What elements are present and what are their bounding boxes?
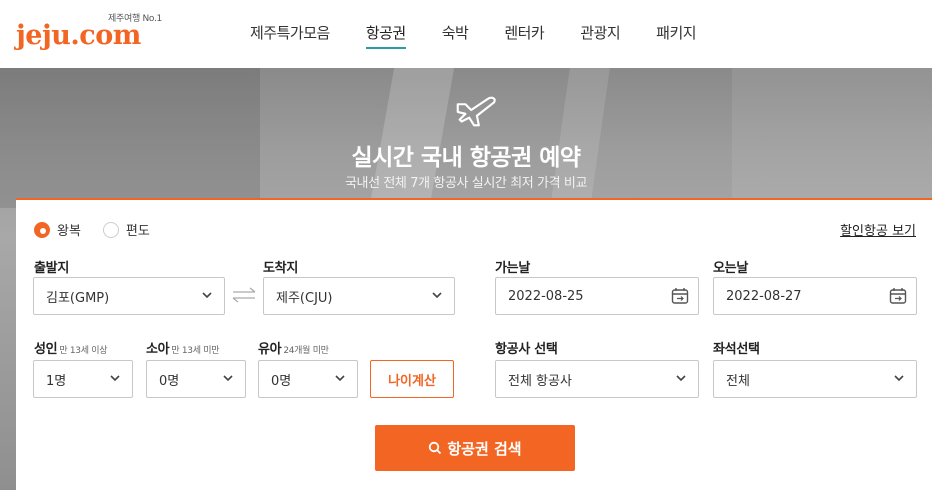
nav-item-flights[interactable]: 항공권 <box>365 22 406 49</box>
airline-select[interactable]: 전체 항공사 <box>495 360 699 398</box>
return-date-input[interactable]: 2022-08-27 <box>713 277 917 315</box>
logo-wordmark-dot: . <box>70 20 80 51</box>
seat-class-value: 전체 <box>726 373 750 389</box>
depart-date-value: 2022-08-25 <box>508 288 584 304</box>
radio-unchecked-icon <box>102 221 119 238</box>
departure-select[interactable]: 김포(GMP) <box>33 277 225 315</box>
adult-count-select[interactable]: 1명 <box>33 360 133 398</box>
chevron-down-icon <box>223 375 233 382</box>
arrival-value: 제주(CJU) <box>276 290 333 306</box>
adult-count-value: 1명 <box>46 373 67 389</box>
chevron-down-icon <box>202 292 212 299</box>
nav-item-rental-car[interactable]: 렌터카 <box>504 22 544 49</box>
one-way-radio[interactable]: 편도 <box>102 220 150 239</box>
seat-class-select[interactable]: 전체 <box>713 360 917 398</box>
airline-label: 항공사 선택 <box>495 342 558 357</box>
one-way-label: 편도 <box>125 224 150 239</box>
swap-route-icon[interactable] <box>230 287 258 303</box>
return-date-value: 2022-08-27 <box>726 288 802 304</box>
airline-value: 전체 항공사 <box>508 373 572 389</box>
discount-flights-link[interactable]: 할인항공 보기 <box>840 220 916 239</box>
nav-item-jeju-deals[interactable]: 제주특가모음 <box>250 22 330 49</box>
search-icon <box>429 441 442 455</box>
chevron-down-icon <box>335 375 345 382</box>
hero-subtitle: 국내선 전체 7개 항공사 실시간 최저 가격 비교 <box>344 176 588 191</box>
chevron-down-icon <box>110 375 120 382</box>
round-trip-radio[interactable]: 왕복 <box>34 220 81 239</box>
site-header: 제주여행 No.1 jeju.com 제주특가모음 항공권 숙박 렌터카 관광지… <box>0 0 932 68</box>
radio-checked-icon <box>34 221 50 238</box>
age-calculator-button[interactable]: 나이계산 <box>370 360 454 398</box>
departure-value: 김포(GMP) <box>46 290 110 306</box>
depart-date-input[interactable]: 2022-08-25 <box>495 277 699 315</box>
nav-item-attractions[interactable]: 관광지 <box>580 22 620 49</box>
child-count-value: 0명 <box>159 373 180 389</box>
hero-title: 실시간 국내 항공권 예약 <box>351 145 581 171</box>
child-hint: 만 13세 미만 <box>171 346 220 356</box>
jeju-logo[interactable]: 제주여행 No.1 jeju.com <box>16 8 162 58</box>
chevron-down-icon <box>676 375 686 382</box>
depart-date-label: 가는날 <box>495 261 530 276</box>
adult-label: 성인 만 13세 이상 <box>34 338 108 357</box>
adult-hint: 만 13세 이상 <box>59 346 108 356</box>
seat-class-label: 좌석선택 <box>713 342 760 357</box>
arrival-label: 도착지 <box>263 261 298 276</box>
infant-label-text: 유아 <box>258 342 282 357</box>
flight-search-label: 항공권 검색 <box>447 439 522 458</box>
return-date-label: 오는날 <box>713 261 748 276</box>
arrival-select[interactable]: 제주(CJU) <box>263 277 455 315</box>
airplane-icon <box>456 96 496 127</box>
flight-search-form: 왕복 편도 할인항공 보기 출발지 도착지 가는날 오는날 김포(GMP) 제주… <box>16 198 932 490</box>
nav-item-package[interactable]: 패키지 <box>656 22 696 49</box>
child-label-text: 소아 <box>146 342 170 357</box>
child-label: 소아 만 13세 미만 <box>146 338 220 357</box>
calendar-icon[interactable] <box>671 287 689 305</box>
main-nav: 제주특가모음 항공권 숙박 렌터카 관광지 패키지 <box>250 22 732 49</box>
infant-label: 유아 24개월 미만 <box>258 338 329 357</box>
nav-item-lodging[interactable]: 숙박 <box>442 22 469 49</box>
chevron-down-icon <box>432 292 442 299</box>
infant-hint: 24개월 미만 <box>283 346 329 356</box>
adult-label-text: 성인 <box>34 342 58 357</box>
trip-type-group: 왕복 편도 <box>34 220 172 239</box>
logo-wordmark: jeju.com <box>16 20 141 51</box>
logo-wordmark-main: jeju <box>16 20 71 51</box>
infant-count-select[interactable]: 0명 <box>258 360 358 398</box>
logo-wordmark-suffix: com <box>79 20 141 51</box>
departure-label: 출발지 <box>34 261 69 276</box>
flight-search-button[interactable]: 항공권 검색 <box>375 425 575 471</box>
child-count-select[interactable]: 0명 <box>146 360 246 398</box>
chevron-down-icon <box>894 375 904 382</box>
round-trip-label: 왕복 <box>57 224 81 239</box>
calendar-icon[interactable] <box>889 287 907 305</box>
infant-count-value: 0명 <box>271 373 292 389</box>
